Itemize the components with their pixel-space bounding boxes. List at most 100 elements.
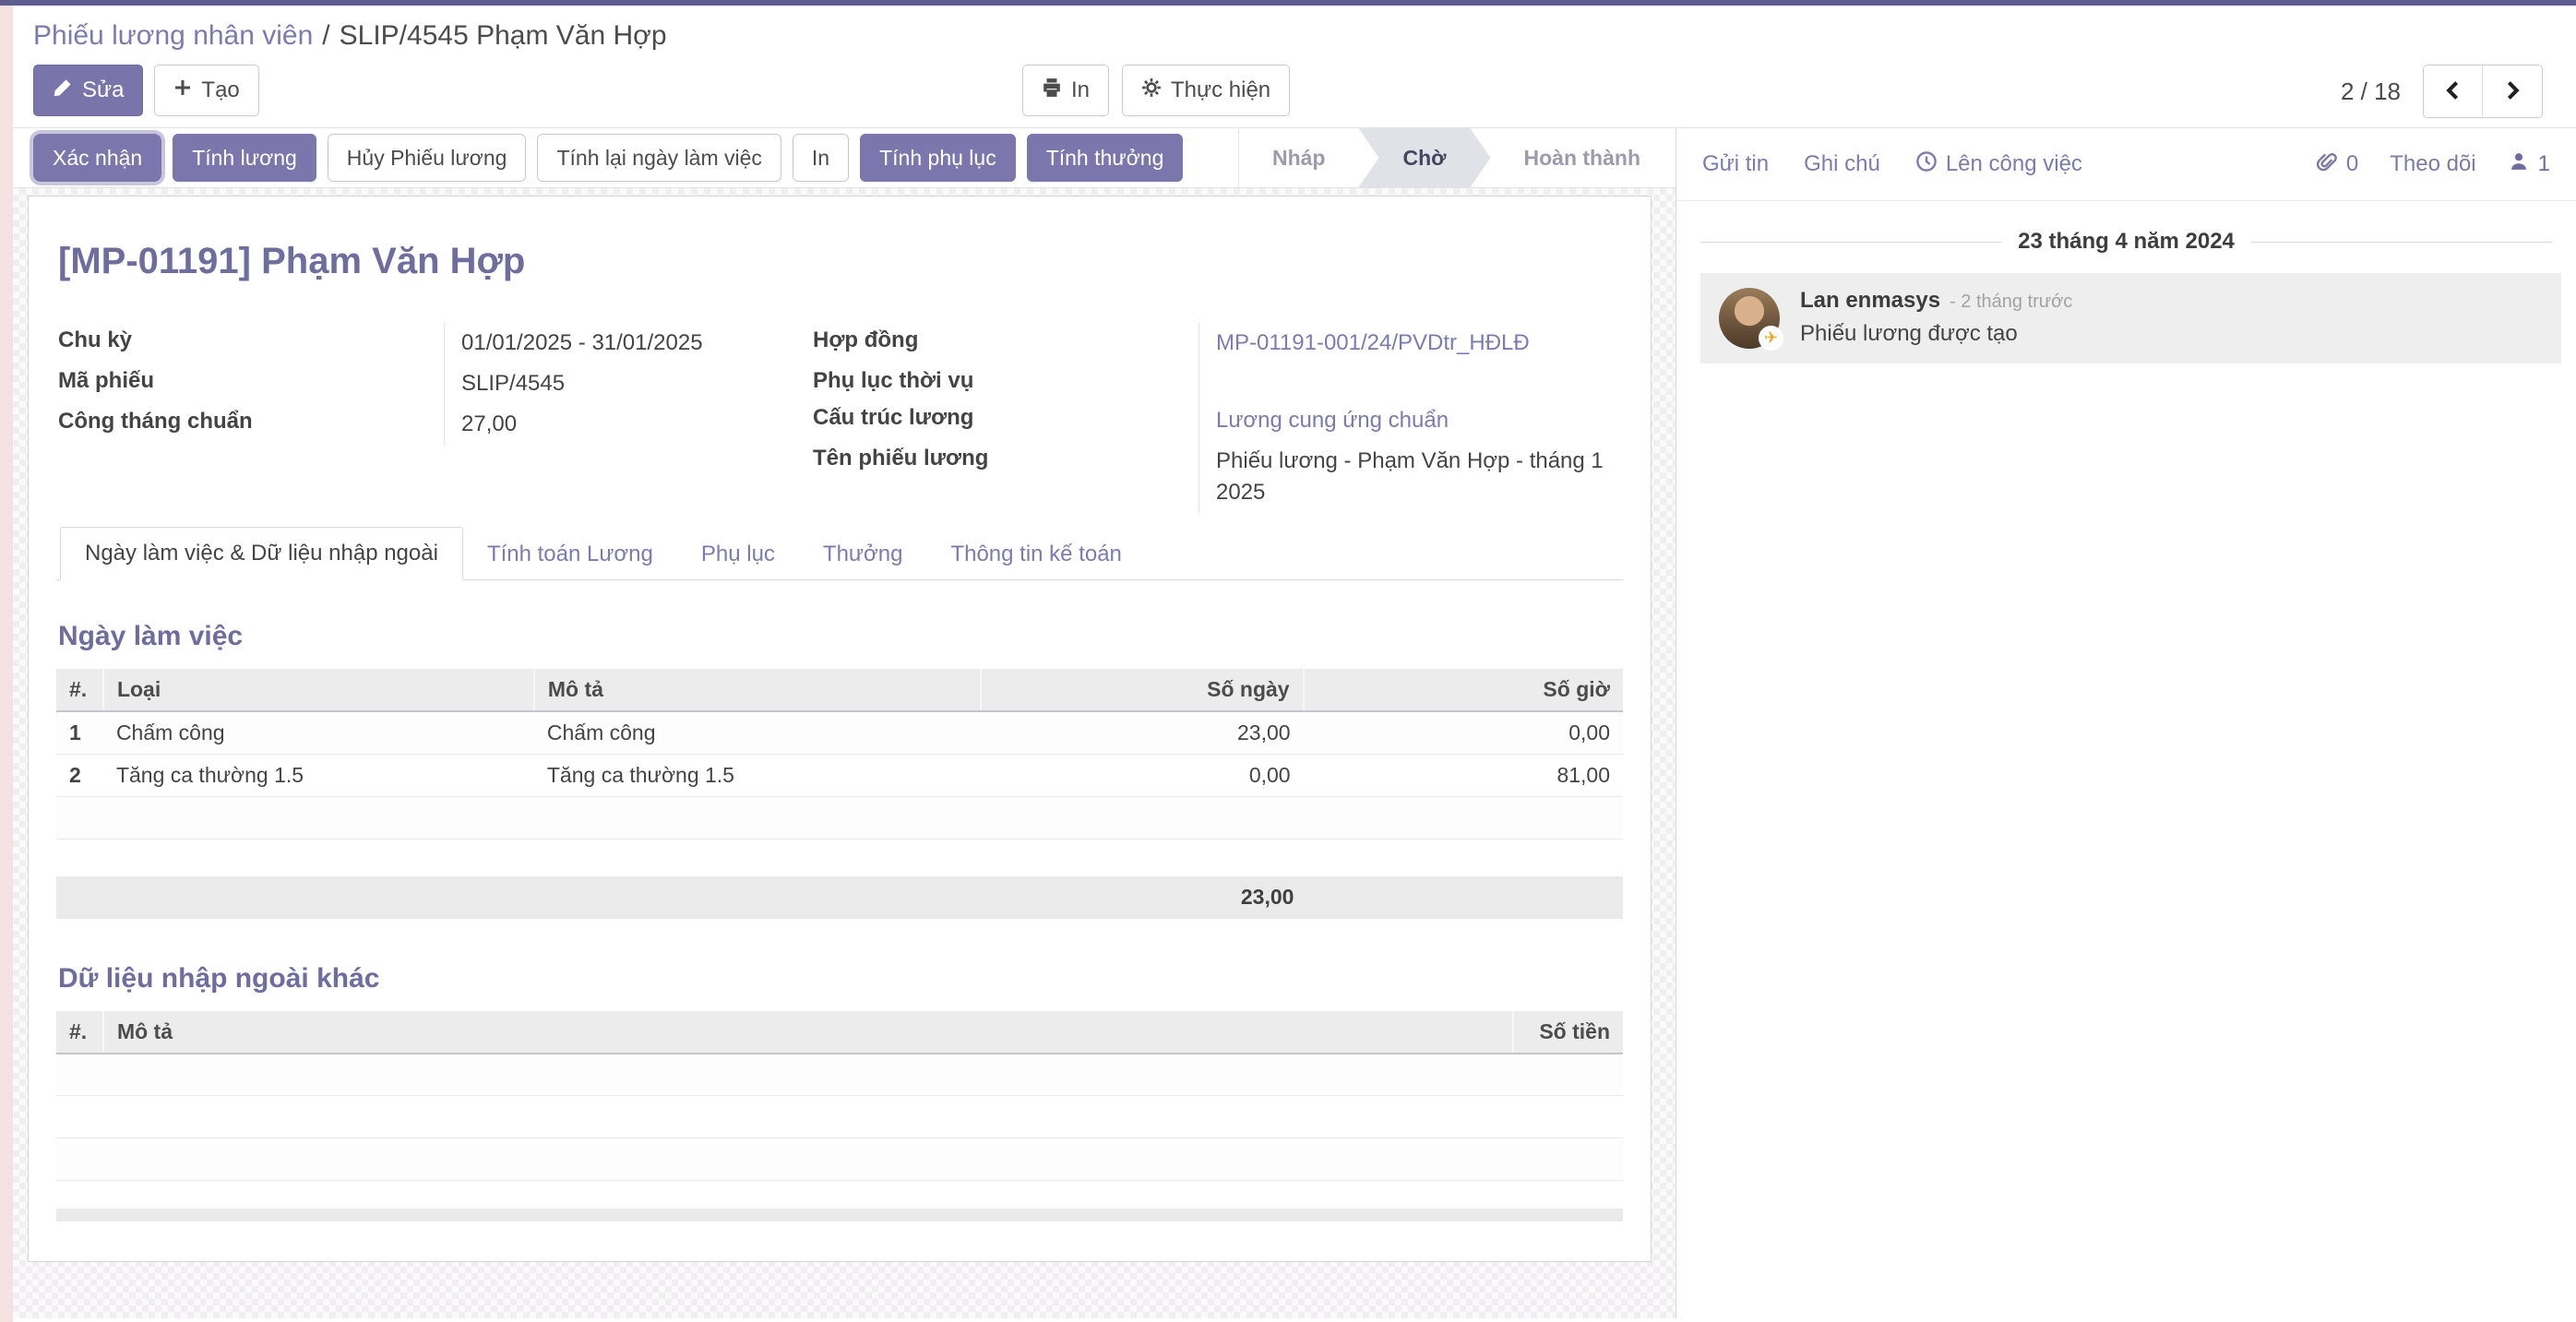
- edit-button[interactable]: Sửa: [33, 65, 143, 116]
- column-header-type[interactable]: Loại: [103, 669, 534, 711]
- field-value-standard-days: 27,00: [444, 404, 794, 445]
- other-inputs-table: #. Mô tả Số tiền: [56, 1011, 1623, 1182]
- attachments-button[interactable]: 0: [2316, 150, 2358, 179]
- followers-count: 1: [2538, 151, 2550, 177]
- worked-days-total-bar: 23,00: [56, 876, 1623, 919]
- header: Phiếu lương nhân viên/SLIP/4545 Phạm Văn…: [0, 6, 2576, 128]
- paperclip-icon: [2316, 150, 2338, 179]
- field-row: Mã phiếu SLIP/4545: [56, 363, 794, 404]
- create-button[interactable]: Tạo: [154, 65, 258, 116]
- schedule-activity-button[interactable]: Lên công việc: [1915, 150, 2082, 179]
- column-header-index[interactable]: #.: [56, 1011, 103, 1054]
- row-type: Tăng ca thường 1.5: [103, 754, 534, 796]
- message-author[interactable]: Lan enmasys: [1800, 288, 1940, 314]
- field-label-payslip-name: Tên phiếu lương: [811, 441, 1199, 513]
- table-empty-row: [56, 1054, 1623, 1096]
- field-value-slip-code: SLIP/4545: [444, 363, 794, 404]
- print-slip-button[interactable]: In: [793, 134, 849, 182]
- chatter-toolbar: Gửi tin Ghi chú Lên công việc 0 Theo dõi: [1676, 128, 2576, 201]
- pager-next-button[interactable]: [2483, 66, 2542, 117]
- printer-icon: [1042, 77, 1062, 104]
- clock-icon: [1915, 150, 1938, 179]
- column-header-hours[interactable]: Số giờ: [1304, 669, 1623, 711]
- cancel-payslip-button[interactable]: Hủy Phiếu lương: [328, 134, 527, 182]
- send-message-button[interactable]: Gửi tin: [1702, 151, 1769, 177]
- row-days: 0,00: [981, 754, 1304, 796]
- column-header-index[interactable]: #.: [56, 669, 103, 711]
- follow-button[interactable]: Theo dõi: [2390, 151, 2475, 177]
- field-value-payslip-name: Phiếu lương - Phạm Văn Hợp - tháng 1 202…: [1199, 441, 1623, 513]
- pencil-icon: [53, 77, 73, 104]
- compute-salary-button[interactable]: Tính lương: [173, 134, 316, 182]
- statusbar-step-draft[interactable]: Nháp: [1239, 128, 1359, 187]
- table-row[interactable]: 1 Chấm công Chấm công 23,00 0,00: [56, 711, 1623, 754]
- table-empty-row: [56, 1096, 1623, 1138]
- header-actions-row: Sửa Tạo In Thực hiện 2 / 18: [33, 65, 2543, 116]
- worked-days-table: #. Loại Mô tả Số ngày Số giờ 1 Chấm công: [56, 669, 1623, 840]
- field-value-seasonal-appendix: [1199, 363, 1623, 400]
- form-pane: Xác nhận Tính lương Hủy Phiếu lương Tính…: [0, 128, 1676, 1318]
- payslip-form-page: Phiếu lương nhân viên/SLIP/4545 Phạm Văn…: [0, 0, 2576, 1322]
- tab-bonus[interactable]: Thưởng: [799, 529, 927, 580]
- row-hours: 0,00: [1304, 711, 1623, 754]
- print-button[interactable]: In: [1022, 65, 1109, 116]
- message-item[interactable]: ✈ Lan enmasys - 2 tháng trước Phiếu lươn…: [1700, 273, 2561, 363]
- field-label-period: Chu kỳ: [56, 323, 444, 363]
- chevron-left-icon: [2442, 79, 2464, 104]
- confirm-button[interactable]: Xác nhận: [33, 134, 161, 182]
- breadcrumb-parent-link[interactable]: Phiếu lương nhân viên: [33, 20, 313, 51]
- statusbar: Nháp Chờ Hoàn thành: [1238, 128, 1674, 187]
- message-thread: 23 tháng 4 năm 2024 ✈ Lan enmasys - 2 th…: [1676, 229, 2576, 363]
- log-note-button[interactable]: Ghi chú: [1804, 151, 1880, 177]
- column-header-days[interactable]: Số ngày: [981, 669, 1304, 711]
- other-inputs-heading: Dữ liệu nhập ngoài khác: [58, 963, 1623, 994]
- plus-icon: [173, 77, 192, 103]
- compute-appendix-button[interactable]: Tính phụ lục: [860, 134, 1016, 182]
- chatter-pane: Gửi tin Ghi chú Lên công việc 0 Theo dõi: [1676, 128, 2576, 1318]
- schedule-activity-label: Lên công việc: [1946, 151, 2082, 177]
- notebook-tabs: Ngày làm việc & Dữ liệu nhập ngoài Tính …: [56, 526, 1623, 580]
- followers-button[interactable]: 1: [2508, 150, 2550, 179]
- field-row: Tên phiếu lương Phiếu lương - Phạm Văn H…: [811, 441, 1623, 513]
- compute-bonus-button[interactable]: Tính thưởng: [1027, 134, 1184, 182]
- create-button-label: Tạo: [201, 77, 239, 103]
- statusbar-step-done[interactable]: Hoàn thành: [1491, 128, 1675, 187]
- field-row: Công tháng chuẩn 27,00: [56, 404, 794, 445]
- row-index: 1: [56, 711, 103, 754]
- table-empty-row: [56, 1138, 1623, 1181]
- row-days: 23,00: [981, 711, 1304, 754]
- column-header-description[interactable]: Mô tả: [534, 669, 981, 711]
- message-timestamp: - 2 tháng trước: [1950, 292, 2072, 313]
- worked-days-heading: Ngày làm việc: [58, 621, 1623, 652]
- pager: 2 / 18: [2341, 65, 2543, 118]
- worked-days-total: 23,00: [1241, 885, 1294, 910]
- field-label-salary-structure: Cấu trúc lương: [811, 400, 1199, 441]
- field-label-seasonal-appendix: Phụ lục thời vụ: [811, 363, 1199, 400]
- field-row: Cấu trúc lương Lương cung ứng chuẩn: [811, 400, 1623, 441]
- action-button-label: Thực hiện: [1171, 77, 1270, 103]
- action-button[interactable]: Thực hiện: [1122, 65, 1290, 116]
- column-header-description[interactable]: Mô tả: [103, 1011, 1513, 1054]
- field-row: Phụ lục thời vụ: [811, 363, 1623, 400]
- field-label-contract: Hợp đồng: [811, 323, 1199, 363]
- message-body: Phiếu lương được tạo: [1800, 321, 2072, 347]
- chevron-right-icon: [2501, 79, 2523, 104]
- tab-worked-days[interactable]: Ngày làm việc & Dữ liệu nhập ngoài: [60, 527, 463, 580]
- column-header-amount[interactable]: Số tiền: [1513, 1011, 1623, 1054]
- payslip-sheet: [MP-01191] Phạm Văn Hợp Chu kỳ 01/01/202…: [28, 196, 1652, 1262]
- tab-salary-computation[interactable]: Tính toán Lương: [463, 529, 677, 580]
- field-row: Chu kỳ 01/01/2025 - 31/01/2025: [56, 323, 794, 363]
- plane-icon: ✈: [1759, 326, 1783, 351]
- tab-appendix[interactable]: Phụ lục: [677, 529, 799, 580]
- edit-button-label: Sửa: [82, 77, 124, 103]
- table-row[interactable]: 2 Tăng ca thường 1.5 Tăng ca thường 1.5 …: [56, 754, 1623, 796]
- table-empty-row: [56, 796, 1623, 839]
- field-value-period: 01/01/2025 - 31/01/2025: [444, 323, 794, 363]
- field-value-salary-structure-link[interactable]: Lương cung ứng chuẩn: [1199, 400, 1623, 441]
- left-edge-strip: [0, 6, 13, 1322]
- pager-previous-button[interactable]: [2424, 66, 2483, 117]
- recompute-worked-days-button[interactable]: Tính lại ngày làm việc: [537, 134, 781, 182]
- field-value-contract-link[interactable]: MP-01191-001/24/PVDtr_HĐLĐ: [1199, 323, 1623, 363]
- tab-accounting-info[interactable]: Thông tin kế toán: [926, 529, 1145, 580]
- statusbar-step-waiting[interactable]: Chờ: [1358, 128, 1490, 187]
